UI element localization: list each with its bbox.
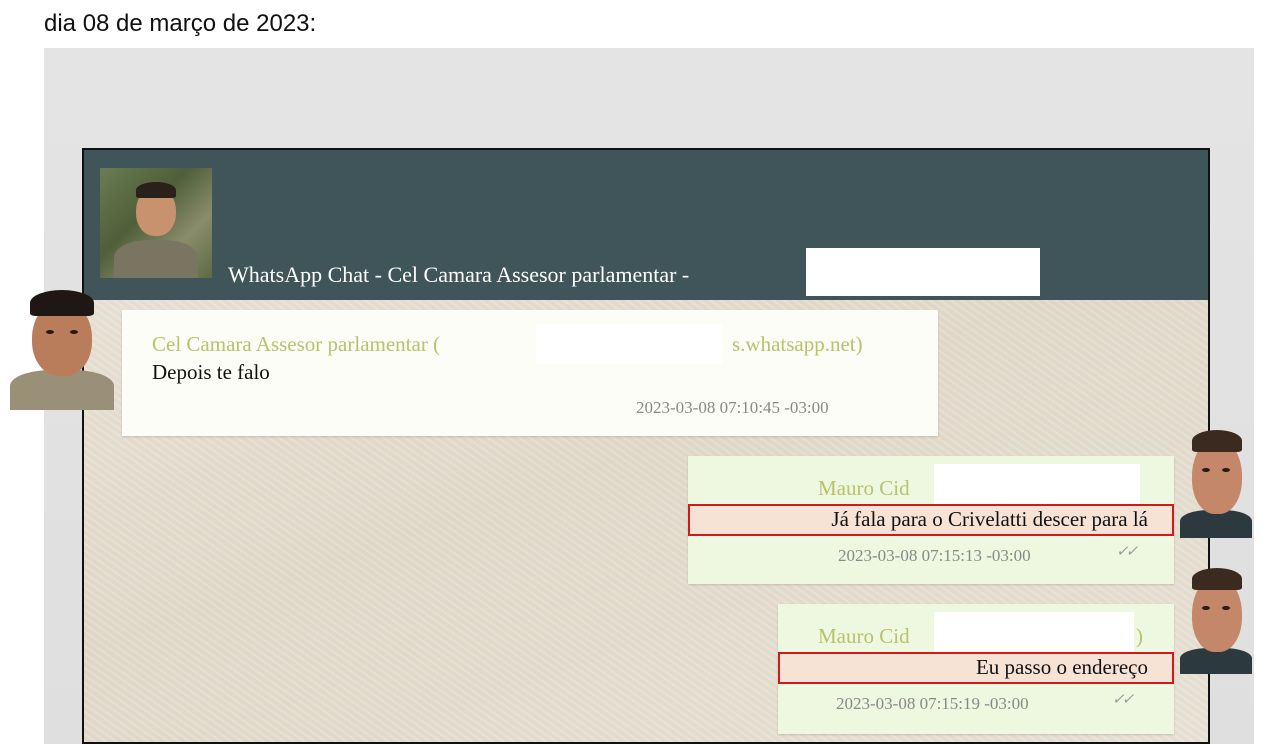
whatsapp-chat-window: WhatsApp Chat - Cel Camara Assesor parla… — [82, 148, 1210, 744]
outgoing-message-bubble[interactable]: Mauro Cid Já fala para o Crivelatti desc… — [688, 456, 1174, 584]
page-caption: dia 08 de março de 2023: — [44, 10, 317, 37]
redaction-box — [934, 612, 1134, 652]
left-portrait-icon — [6, 282, 118, 410]
chat-header: WhatsApp Chat - Cel Camara Assesor parla… — [84, 150, 1208, 300]
message-sender: Mauro Cid — [818, 624, 910, 648]
read-receipt-icon: ✓✓ — [1116, 544, 1138, 560]
message-text: Depois te falo — [152, 360, 270, 384]
incoming-message-bubble[interactable]: Cel Camara Assesor parlamentar ( s.whats… — [122, 310, 938, 436]
redaction-box — [806, 248, 1040, 296]
message-timestamp: 2023-03-08 07:15:13 -03:00 — [838, 546, 1031, 565]
message-timestamp: 2023-03-08 07:10:45 -03:00 — [636, 398, 829, 417]
message-timestamp: 2023-03-08 07:15:19 -03:00 — [836, 694, 1029, 713]
message-sender-suffix: ) — [1136, 624, 1143, 648]
message-sender: Mauro Cid — [818, 476, 910, 500]
contact-avatar[interactable] — [100, 168, 212, 278]
highlighted-message-text: Já fala para o Crivelatti descer para lá — [688, 504, 1174, 536]
message-sender-suffix: s.whatsapp.net) — [732, 332, 863, 356]
outgoing-message-bubble[interactable]: Mauro Cid ) Eu passo o endereço 2023-03-… — [778, 604, 1174, 734]
right-portrait-icon — [1180, 556, 1252, 674]
chat-title: WhatsApp Chat - Cel Camara Assesor parla… — [228, 262, 690, 287]
redaction-box — [536, 324, 722, 364]
read-receipt-icon: ✓✓ — [1112, 692, 1134, 708]
right-portrait-icon — [1180, 418, 1252, 538]
message-sender: Cel Camara Assesor parlamentar ( — [152, 332, 441, 356]
redaction-box — [934, 464, 1140, 504]
highlighted-message-text: Eu passo o endereço — [778, 652, 1174, 684]
